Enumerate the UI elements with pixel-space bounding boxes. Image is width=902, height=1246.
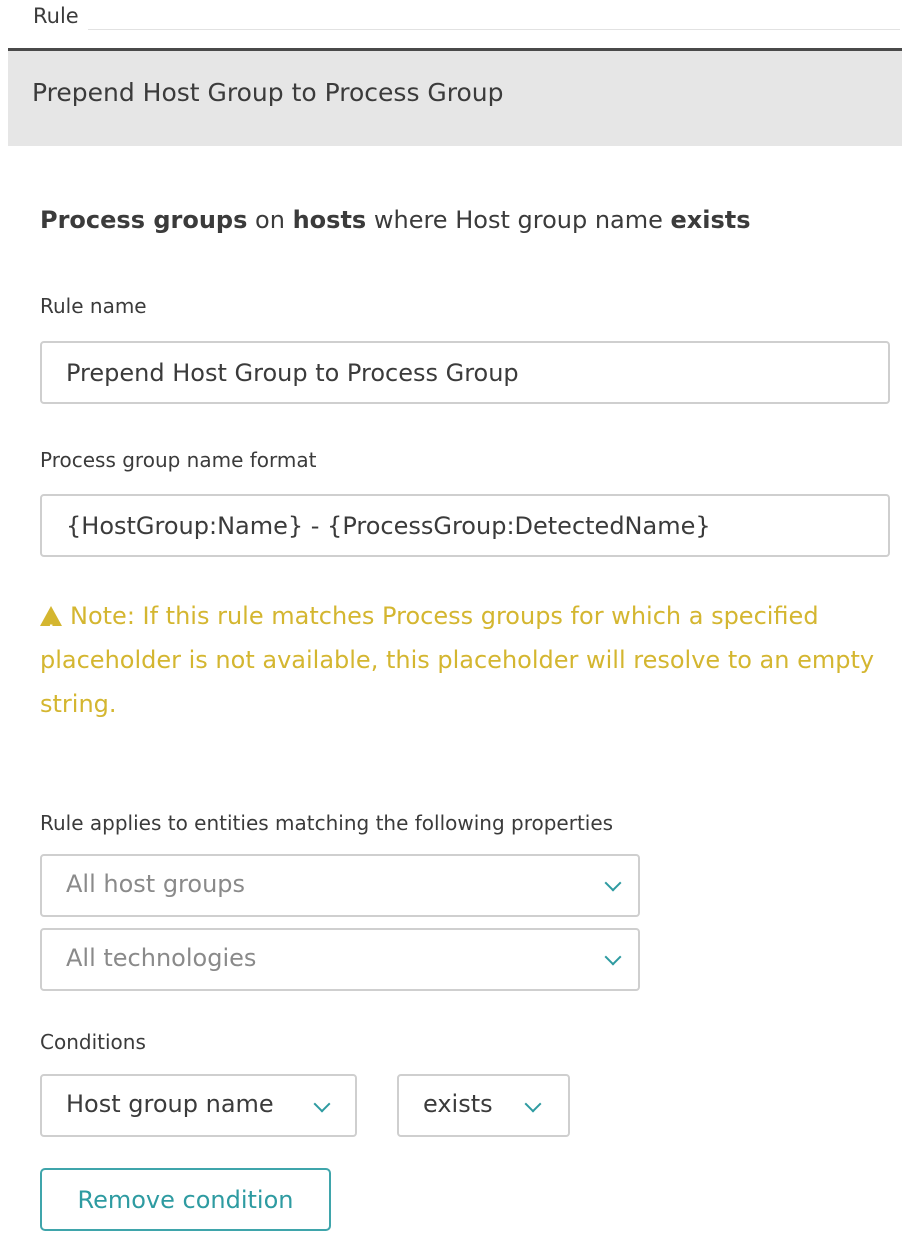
chevron-down-icon	[313, 1095, 331, 1113]
summary-scope: hosts	[292, 206, 367, 234]
placeholder-warning: Note: If this rule matches Process group…	[40, 594, 880, 726]
summary-property: Host group name	[455, 206, 663, 234]
name-format-label: Process group name format	[40, 448, 317, 472]
host-groups-select[interactable]: All host groups	[40, 854, 640, 917]
name-format-input[interactable]	[40, 494, 890, 557]
host-groups-select-value: All host groups	[66, 870, 246, 898]
conditions-label: Conditions	[40, 1030, 146, 1054]
rule-summary: Process groups on hosts where Host group…	[40, 206, 751, 234]
applies-label: Rule applies to entities matching the fo…	[40, 811, 614, 835]
chevron-down-icon	[524, 1095, 542, 1113]
rule-name-label: Rule name	[40, 294, 147, 318]
chevron-down-icon	[604, 948, 622, 966]
remove-condition-button[interactable]: Remove condition	[40, 1168, 331, 1231]
section-divider	[88, 29, 900, 30]
condition-property-value: Host group name	[66, 1090, 274, 1118]
technologies-select[interactable]: All technologies	[40, 928, 640, 991]
summary-where: where	[373, 206, 448, 234]
summary-entity: Process groups	[40, 206, 248, 234]
rule-name-input[interactable]	[40, 341, 890, 404]
section-label: Rule	[33, 4, 79, 28]
chevron-down-icon	[604, 874, 622, 892]
warning-triangle-icon	[40, 606, 62, 653]
technologies-select-value: All technologies	[66, 944, 257, 972]
summary-operator: exists	[670, 206, 751, 234]
condition-property-select[interactable]: Host group name	[40, 1074, 357, 1137]
rule-title: Prepend Host Group to Process Group	[32, 78, 504, 107]
summary-on: on	[255, 206, 285, 234]
condition-operator-select[interactable]: exists	[397, 1074, 570, 1137]
rule-title-bar[interactable]: Prepend Host Group to Process Group	[8, 48, 902, 146]
warning-text: Note: If this rule matches Process group…	[40, 602, 875, 718]
condition-operator-value: exists	[423, 1090, 493, 1118]
